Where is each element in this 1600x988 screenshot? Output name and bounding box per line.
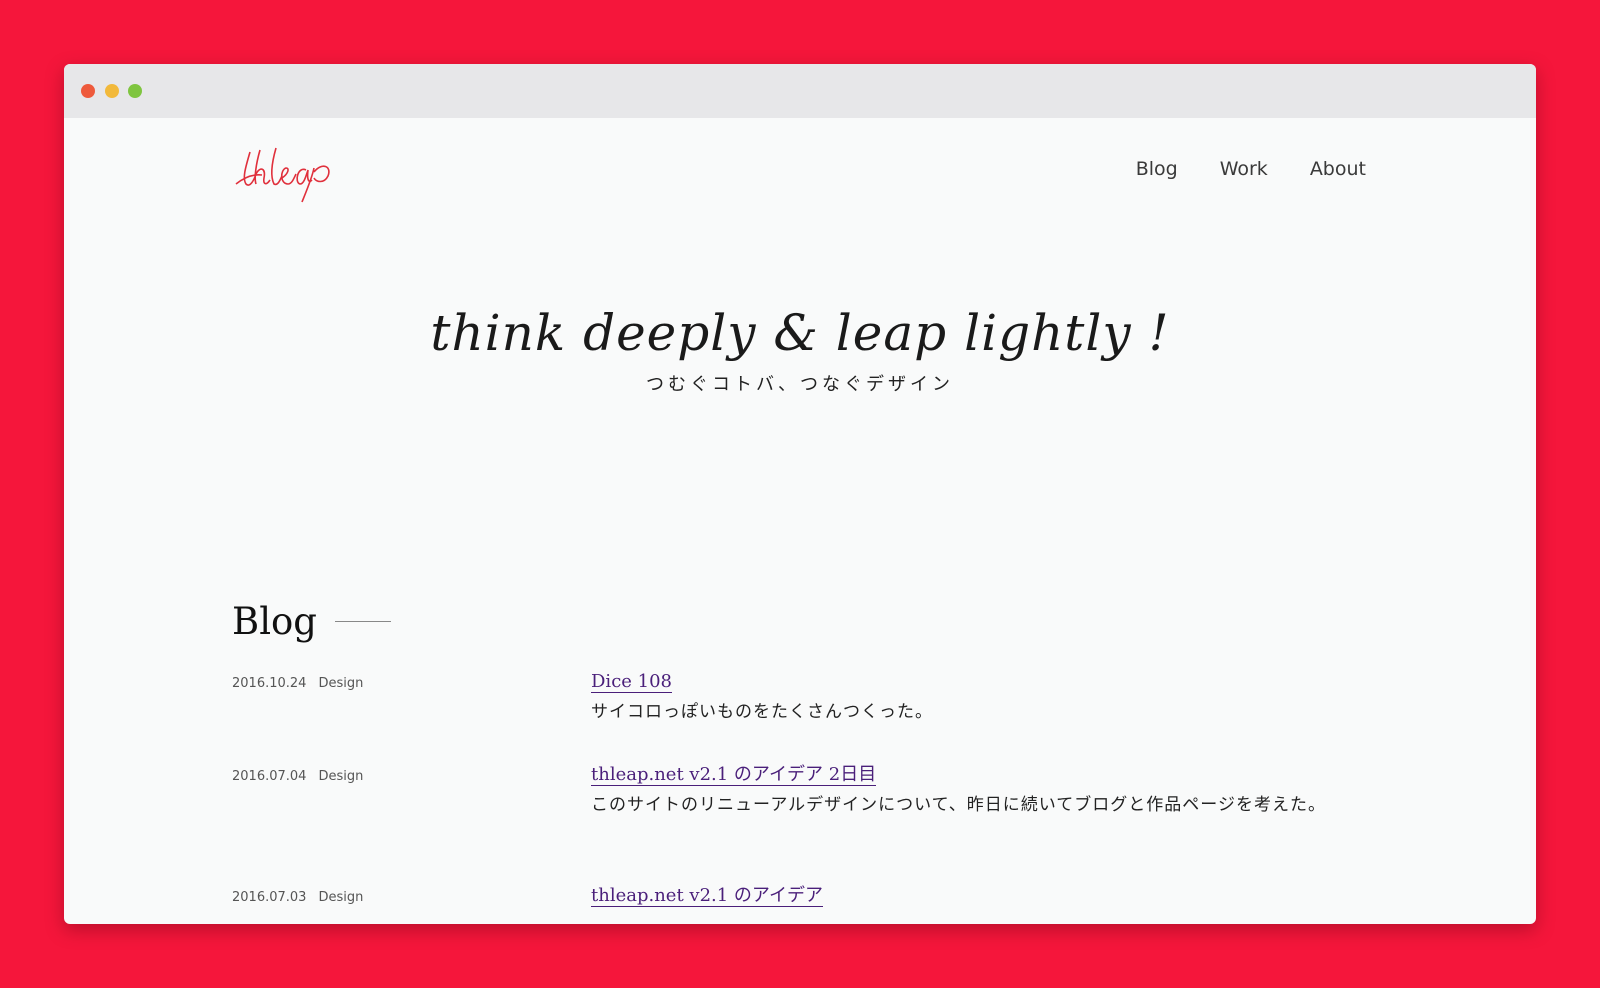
heading-rule: [334, 621, 391, 622]
post-meta: 2016.07.03 Design: [232, 890, 363, 905]
post-excerpt: サイコロっぽいものをたくさんつくった。: [591, 702, 933, 722]
post-body: thleap.net v2.1 のアイデア 2日目 このサイトのリニューアルデザ…: [591, 763, 1331, 820]
post-category[interactable]: Design: [318, 769, 363, 784]
post-body: thleap.net v2.1 のアイデア: [591, 884, 1331, 908]
post-date: 2016.07.04: [232, 769, 307, 784]
main-nav: Blog Work About: [1136, 158, 1366, 180]
post-date: 2016.10.24: [232, 676, 307, 691]
post-date: 2016.07.03: [232, 890, 307, 905]
blog-section-heading: Blog: [232, 600, 391, 643]
thleap-logo-icon: [235, 147, 330, 203]
browser-window: Blog Work About think deeply & leap ligh…: [64, 64, 1536, 924]
maximize-window-icon[interactable]: [128, 84, 142, 98]
post-title-link[interactable]: Dice 108: [591, 671, 672, 693]
site-logo[interactable]: [232, 144, 332, 204]
nav-item-about[interactable]: About: [1310, 158, 1366, 180]
window-titlebar: [64, 64, 1536, 118]
post-title-link[interactable]: thleap.net v2.1 のアイデア 2日目: [591, 764, 877, 786]
close-window-icon[interactable]: [81, 84, 95, 98]
hero-tagline: think deeply & leap lightly !: [430, 304, 1170, 362]
post-excerpt: このサイトのリニューアルデザインについて、昨日に続いてブログと作品ページを考えた…: [591, 795, 1326, 815]
minimize-window-icon[interactable]: [105, 84, 119, 98]
post-title-link[interactable]: thleap.net v2.1 のアイデア: [591, 885, 824, 907]
nav-item-work[interactable]: Work: [1220, 158, 1268, 180]
nav-item-blog[interactable]: Blog: [1136, 158, 1178, 180]
hero: think deeply & leap lightly ! つむぐコトバ、つなぐ…: [64, 304, 1536, 396]
blog-heading-text: Blog: [232, 600, 317, 643]
post-category[interactable]: Design: [318, 890, 363, 905]
post-category[interactable]: Design: [318, 676, 363, 691]
post-meta: 2016.07.04 Design: [232, 769, 363, 784]
hero-subtitle: つむぐコトバ、つなぐデザイン: [646, 374, 954, 395]
post-meta: 2016.10.24 Design: [232, 676, 363, 691]
post-body: Dice 108 サイコロっぽいものをたくさんつくった。: [591, 670, 1331, 727]
